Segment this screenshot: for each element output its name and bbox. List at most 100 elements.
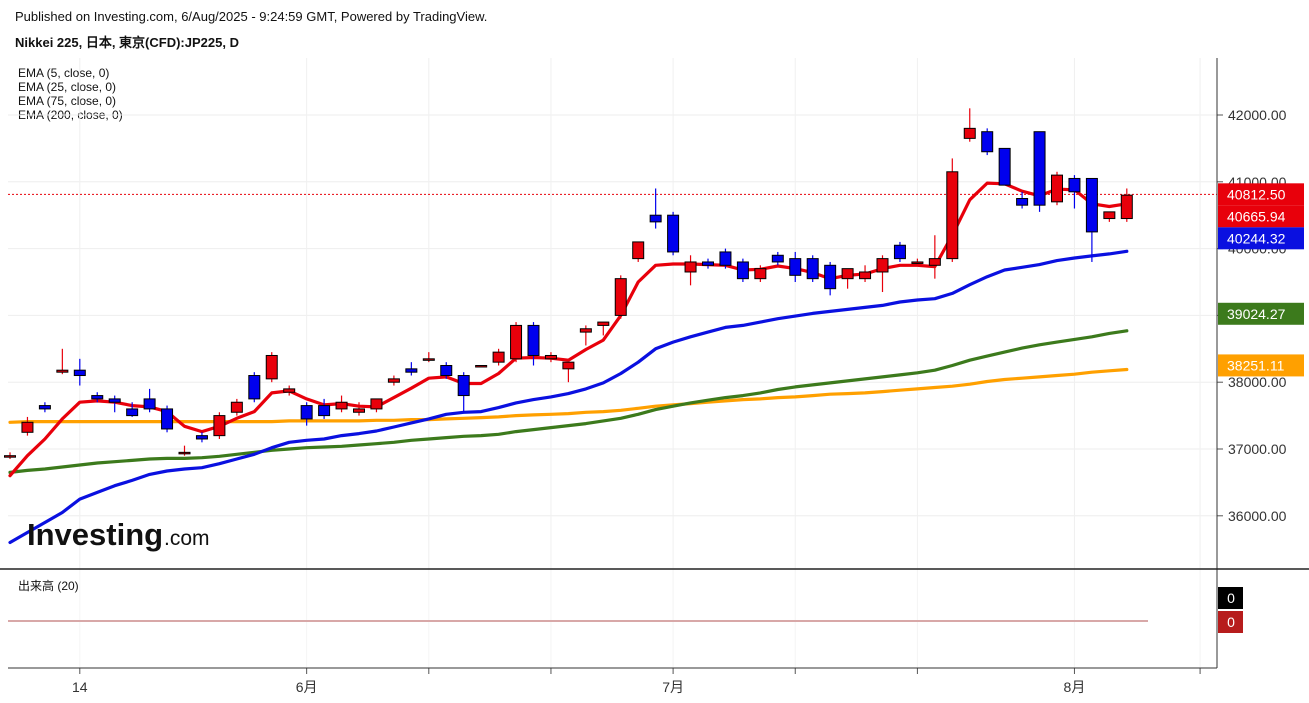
- candle: [510, 322, 523, 363]
- candle-body: [1120, 194, 1133, 220]
- candle-body: [195, 435, 208, 440]
- price-tag-label: 39024.27: [1227, 306, 1286, 322]
- candle: [265, 352, 278, 383]
- y-tick-label: 37000.00: [1228, 441, 1287, 457]
- candle-body: [38, 405, 51, 410]
- volume-tag-label: 0: [1227, 590, 1235, 606]
- candle-body: [4, 455, 16, 458]
- candle: [56, 348, 69, 375]
- candle: [702, 258, 714, 269]
- candle-body: [265, 354, 278, 380]
- ema5-line: [8, 181, 1129, 478]
- candle-body: [527, 324, 540, 356]
- candle: [370, 398, 383, 413]
- candle-body: [544, 354, 557, 360]
- candle: [1103, 211, 1116, 222]
- last-price-tag: 40812.50: [1218, 183, 1304, 206]
- candle: [1051, 171, 1063, 206]
- candle: [38, 402, 51, 413]
- candle-body: [998, 147, 1011, 186]
- candle: [4, 452, 16, 460]
- candle-body: [911, 261, 924, 264]
- candle-body: [614, 278, 627, 316]
- investing-logo: Investing .com: [27, 517, 210, 552]
- candle-body: [300, 405, 313, 420]
- candle-body: [736, 261, 749, 280]
- candle-body: [684, 261, 697, 273]
- candle-body: [859, 271, 872, 280]
- candle: [387, 375, 400, 386]
- ema75-tag: 39024.27: [1218, 302, 1304, 325]
- candle: [579, 325, 592, 346]
- candle: [998, 147, 1011, 186]
- candle: [876, 255, 889, 293]
- candle: [684, 255, 697, 286]
- candle-body: [405, 368, 418, 373]
- price-chart[interactable]: 36000.0037000.0038000.0039000.0040000.00…: [0, 0, 1309, 703]
- candle-body: [457, 375, 470, 397]
- axes: 36000.0037000.0038000.0039000.0040000.00…: [0, 58, 1309, 695]
- x-tick-label: 6月: [296, 679, 318, 695]
- candle: [859, 265, 872, 282]
- candle: [824, 261, 837, 296]
- x-tick-label: 8月: [1064, 679, 1086, 695]
- x-tick-label: 14: [72, 679, 88, 695]
- logo-suffix: .com: [164, 527, 210, 550]
- candle-body: [789, 258, 802, 276]
- candle-body: [824, 264, 837, 290]
- candle: [213, 412, 226, 439]
- candle-body: [702, 261, 714, 266]
- candle: [161, 405, 174, 433]
- candle: [771, 251, 784, 266]
- candle: [422, 352, 435, 363]
- candle-body: [126, 408, 139, 417]
- volume-tag-label: 0: [1227, 614, 1235, 630]
- y-tick-label: 42000.00: [1228, 107, 1287, 123]
- candle: [21, 416, 34, 436]
- candle-body: [91, 395, 104, 400]
- candle-body: [510, 324, 523, 360]
- candle: [492, 348, 505, 366]
- candle-body: [1103, 211, 1116, 220]
- candle-body: [1016, 198, 1029, 206]
- candle-body: [318, 405, 331, 417]
- x-tick-label: 7月: [662, 679, 684, 695]
- candle-body: [143, 398, 156, 410]
- price-tag-label: 40665.94: [1227, 208, 1286, 224]
- candle-body: [562, 361, 575, 370]
- price-tag-label: 40812.50: [1227, 186, 1286, 202]
- candle-body: [422, 358, 435, 361]
- candle-body: [876, 258, 889, 273]
- candle-body: [387, 378, 400, 383]
- candle: [178, 445, 191, 456]
- candle: [1033, 131, 1046, 212]
- candle: [841, 268, 854, 289]
- candle-body: [579, 328, 592, 333]
- ema25-tag: 40244.32: [1218, 227, 1304, 250]
- candle: [562, 361, 575, 383]
- candle: [614, 275, 627, 319]
- ema5-tag: 40665.94: [1218, 205, 1304, 228]
- candle-body: [719, 251, 732, 266]
- volume-tag-black: 0: [1218, 587, 1243, 609]
- candle-body: [230, 401, 243, 413]
- candle-body: [981, 131, 994, 153]
- candle-body: [667, 214, 680, 253]
- ema25-line: [8, 249, 1129, 545]
- candle-body: [597, 321, 610, 326]
- candle: [1120, 188, 1133, 222]
- candles: [4, 108, 1133, 460]
- candle-body: [73, 369, 86, 377]
- candle-body: [161, 408, 174, 430]
- candle-body: [1051, 174, 1063, 203]
- candle-body: [492, 351, 505, 363]
- candle: [1085, 177, 1098, 262]
- candle: [893, 241, 906, 262]
- candle-body: [649, 214, 662, 223]
- candle-body: [248, 375, 261, 400]
- candle-body: [963, 127, 976, 139]
- volume-label: 出来高 (20): [18, 579, 79, 593]
- candle: [981, 128, 994, 156]
- candle-body: [370, 398, 383, 410]
- candle-body: [928, 258, 941, 266]
